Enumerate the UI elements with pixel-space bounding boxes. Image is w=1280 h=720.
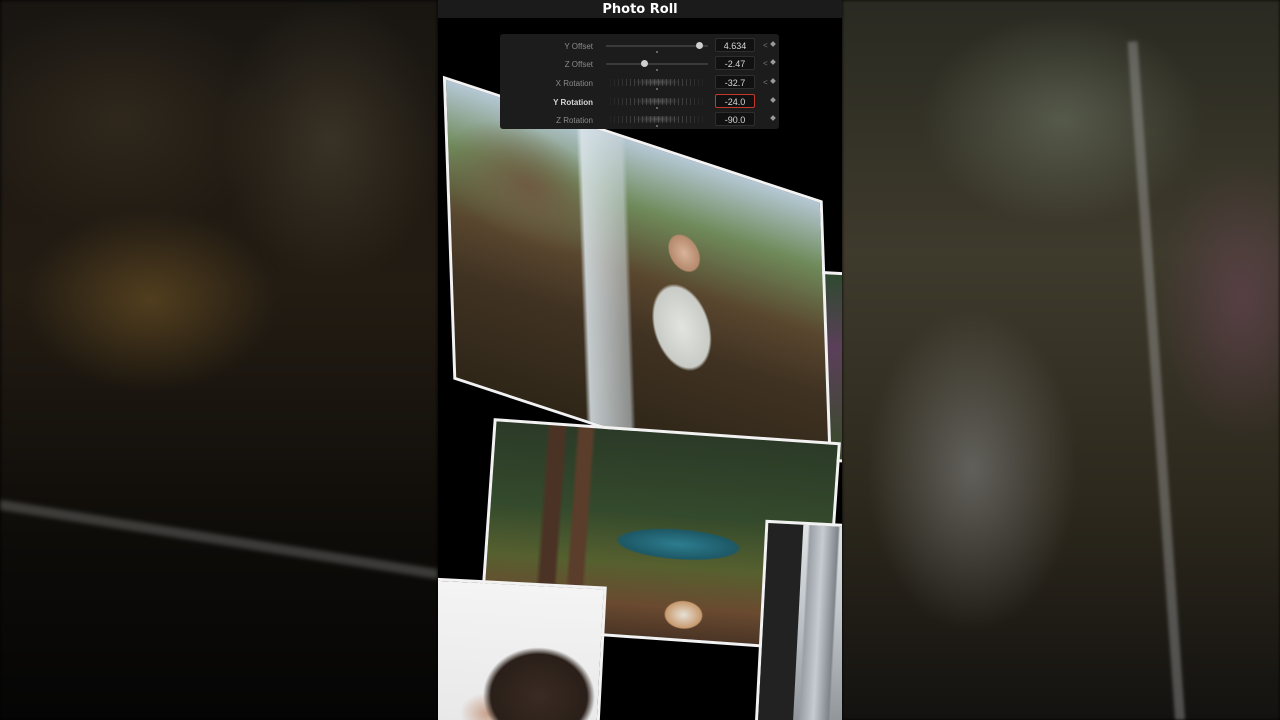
slider-knob[interactable] xyxy=(696,42,703,49)
diamond-icon[interactable] xyxy=(770,41,776,47)
viewer: Photo Roll Y Offset 4.634 < Z Offset -2.… xyxy=(438,0,842,720)
background-blur-left xyxy=(0,0,438,720)
param-row-x-rotation: X Rotation -32.7 < xyxy=(500,74,779,92)
diamond-icon[interactable] xyxy=(770,59,776,65)
z-rotation-jog-wheel[interactable] xyxy=(606,116,708,123)
chevron-left-icon[interactable]: < xyxy=(763,59,768,68)
param-row-z-rotation: Z Rotation -90.0 xyxy=(500,111,779,129)
x-rotation-value-field[interactable]: -32.7 xyxy=(715,75,755,89)
center-dot xyxy=(656,125,658,127)
photo-building xyxy=(754,519,842,720)
param-label: X Rotation xyxy=(555,79,593,88)
z-offset-slider[interactable] xyxy=(606,60,708,67)
y-rotation-jog-wheel[interactable] xyxy=(606,98,708,105)
param-row-y-rotation: Y Rotation -24.0 xyxy=(500,93,779,111)
z-offset-value-field[interactable]: -2.47 xyxy=(715,56,755,70)
chevron-left-icon[interactable]: < xyxy=(763,78,768,87)
diamond-icon[interactable] xyxy=(770,97,776,103)
chevron-left-icon[interactable]: < xyxy=(763,41,768,50)
x-rotation-jog-wheel[interactable] xyxy=(606,79,708,86)
blurred-frame-edge xyxy=(0,497,438,643)
background-blur-right xyxy=(842,0,1280,720)
photo-portrait xyxy=(438,577,607,720)
y-rotation-value-field[interactable]: -24.0 xyxy=(715,94,755,108)
z-rotation-value-field[interactable]: -90.0 xyxy=(715,112,755,126)
param-label: Z Offset xyxy=(564,60,593,69)
center-dot xyxy=(656,107,658,109)
param-label: Z Rotation xyxy=(556,116,593,125)
diamond-icon[interactable] xyxy=(770,115,776,121)
blurred-frame-edge xyxy=(1127,39,1207,720)
y-offset-slider[interactable] xyxy=(606,42,708,49)
diamond-icon[interactable] xyxy=(770,78,776,84)
param-label: Y Offset xyxy=(564,42,593,51)
y-offset-value-field[interactable]: 4.634 xyxy=(715,38,755,52)
center-dot xyxy=(656,69,658,71)
param-label: Y Rotation xyxy=(553,98,593,107)
inspector-panel: Y Offset 4.634 < Z Offset -2.47 < X Rota… xyxy=(500,34,779,129)
center-dot xyxy=(656,51,658,53)
center-dot xyxy=(656,88,658,90)
window-title: Photo Roll xyxy=(438,0,842,18)
slider-knob[interactable] xyxy=(641,60,648,67)
param-row-y-offset: Y Offset 4.634 < xyxy=(500,37,779,55)
param-row-z-offset: Z Offset -2.47 < xyxy=(500,55,779,73)
